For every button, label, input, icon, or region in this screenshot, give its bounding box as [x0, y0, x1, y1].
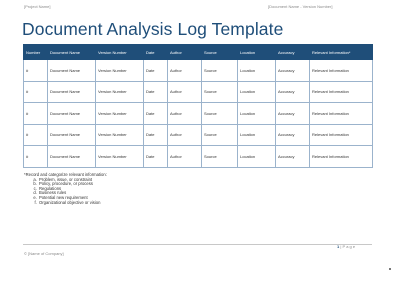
table-cell: Version Number	[95, 145, 144, 168]
table-cell: Date	[143, 80, 168, 103]
column-header: Date	[143, 44, 168, 60]
table-cell: Document Name	[47, 59, 96, 82]
table-cell: Location	[237, 102, 276, 125]
notes-section: *Record and categorize relevant informat…	[24, 172, 107, 206]
table-cell: Version Number	[95, 59, 144, 82]
table-cell: Accuracy	[275, 123, 310, 146]
footer-divider	[23, 244, 372, 245]
table-cell: Relevant Information	[309, 145, 373, 168]
table-cell: Location	[237, 80, 276, 103]
table-cell: Version Number	[95, 102, 144, 125]
table-cell: Date	[143, 145, 168, 168]
column-header: Source	[201, 44, 238, 60]
column-header: Version Number	[95, 44, 144, 60]
column-header: Number	[23, 44, 48, 60]
stray-mark	[389, 268, 391, 270]
table-cell: Location	[237, 145, 276, 168]
column-header: Document Name	[47, 44, 96, 60]
table-cell: Document Name	[47, 123, 96, 146]
column-header: Location	[237, 44, 276, 60]
table-cell: Source	[201, 145, 238, 168]
table-cell: Version Number	[95, 80, 144, 103]
column-header: Author	[167, 44, 202, 60]
table-cell: Location	[237, 59, 276, 82]
table-cell: Document Name	[47, 80, 96, 103]
table-cell: #	[23, 102, 48, 125]
table-cell: Author	[167, 80, 202, 103]
page-number-value: 1	[337, 244, 340, 249]
document-title: Document Analysis Log Template	[22, 19, 284, 39]
table-row: # Document Name Version Number Date Author So…	[23, 80, 373, 103]
table-cell: Accuracy	[275, 102, 310, 125]
column-header: Relevant Information*	[309, 44, 373, 60]
table-cell: #	[23, 80, 48, 103]
table-cell: Relevant Information	[309, 123, 373, 146]
table-cell: #	[23, 145, 48, 168]
table-cell: #	[23, 123, 48, 146]
table-cell: Document Name	[47, 145, 96, 168]
table-cell: Document Name	[47, 102, 96, 125]
table-cell: Author	[167, 123, 202, 146]
table-cell: Location	[237, 123, 276, 146]
table-cell: Author	[167, 59, 202, 82]
table-row: # Document Name Version Number Date Author So…	[23, 145, 373, 168]
table-row: # Document Name Version Number Date Author So…	[23, 102, 373, 125]
page-number: 1 | P a g e	[337, 244, 355, 249]
table-cell: Accuracy	[275, 145, 310, 168]
table-cell: Source	[201, 59, 238, 82]
table-header-row: Number Document Name Version Number Date Aut…	[23, 44, 373, 60]
header-document-name: [Document Name - Version Number]	[268, 4, 333, 9]
table-cell: Relevant Information	[309, 80, 373, 103]
table-cell: Date	[143, 59, 168, 82]
table-cell: Relevant Information	[309, 59, 373, 82]
notes-list: Problem, issue, or constraintPolicy, pro…	[24, 177, 107, 206]
table-row: # Document Name Version Number Date Author So…	[23, 59, 373, 82]
table-row: # Document Name Version Number Date Author So…	[23, 123, 373, 146]
list-item: Organizational objective or vision	[38, 200, 107, 206]
document-analysis-log-table: Number Document Name Version Number Date Aut…	[23, 44, 373, 168]
table-cell: Date	[143, 102, 168, 125]
page-label: | P a g e	[340, 244, 356, 249]
table-cell: Version Number	[95, 123, 144, 146]
table-cell: Date	[143, 123, 168, 146]
header-project-name: [Project Name]	[24, 4, 51, 9]
company-name: © [Name of Company]	[24, 251, 64, 256]
table-cell: Accuracy	[275, 80, 310, 103]
table-cell: Source	[201, 80, 238, 103]
table-cell: Accuracy	[275, 59, 310, 82]
table-cell: Relevant Information	[309, 102, 373, 125]
table-cell: Author	[167, 145, 202, 168]
table-cell: Source	[201, 102, 238, 125]
column-header: Accuracy	[275, 44, 310, 60]
table-cell: #	[23, 59, 48, 82]
table-cell: Author	[167, 102, 202, 125]
table-cell: Source	[201, 123, 238, 146]
